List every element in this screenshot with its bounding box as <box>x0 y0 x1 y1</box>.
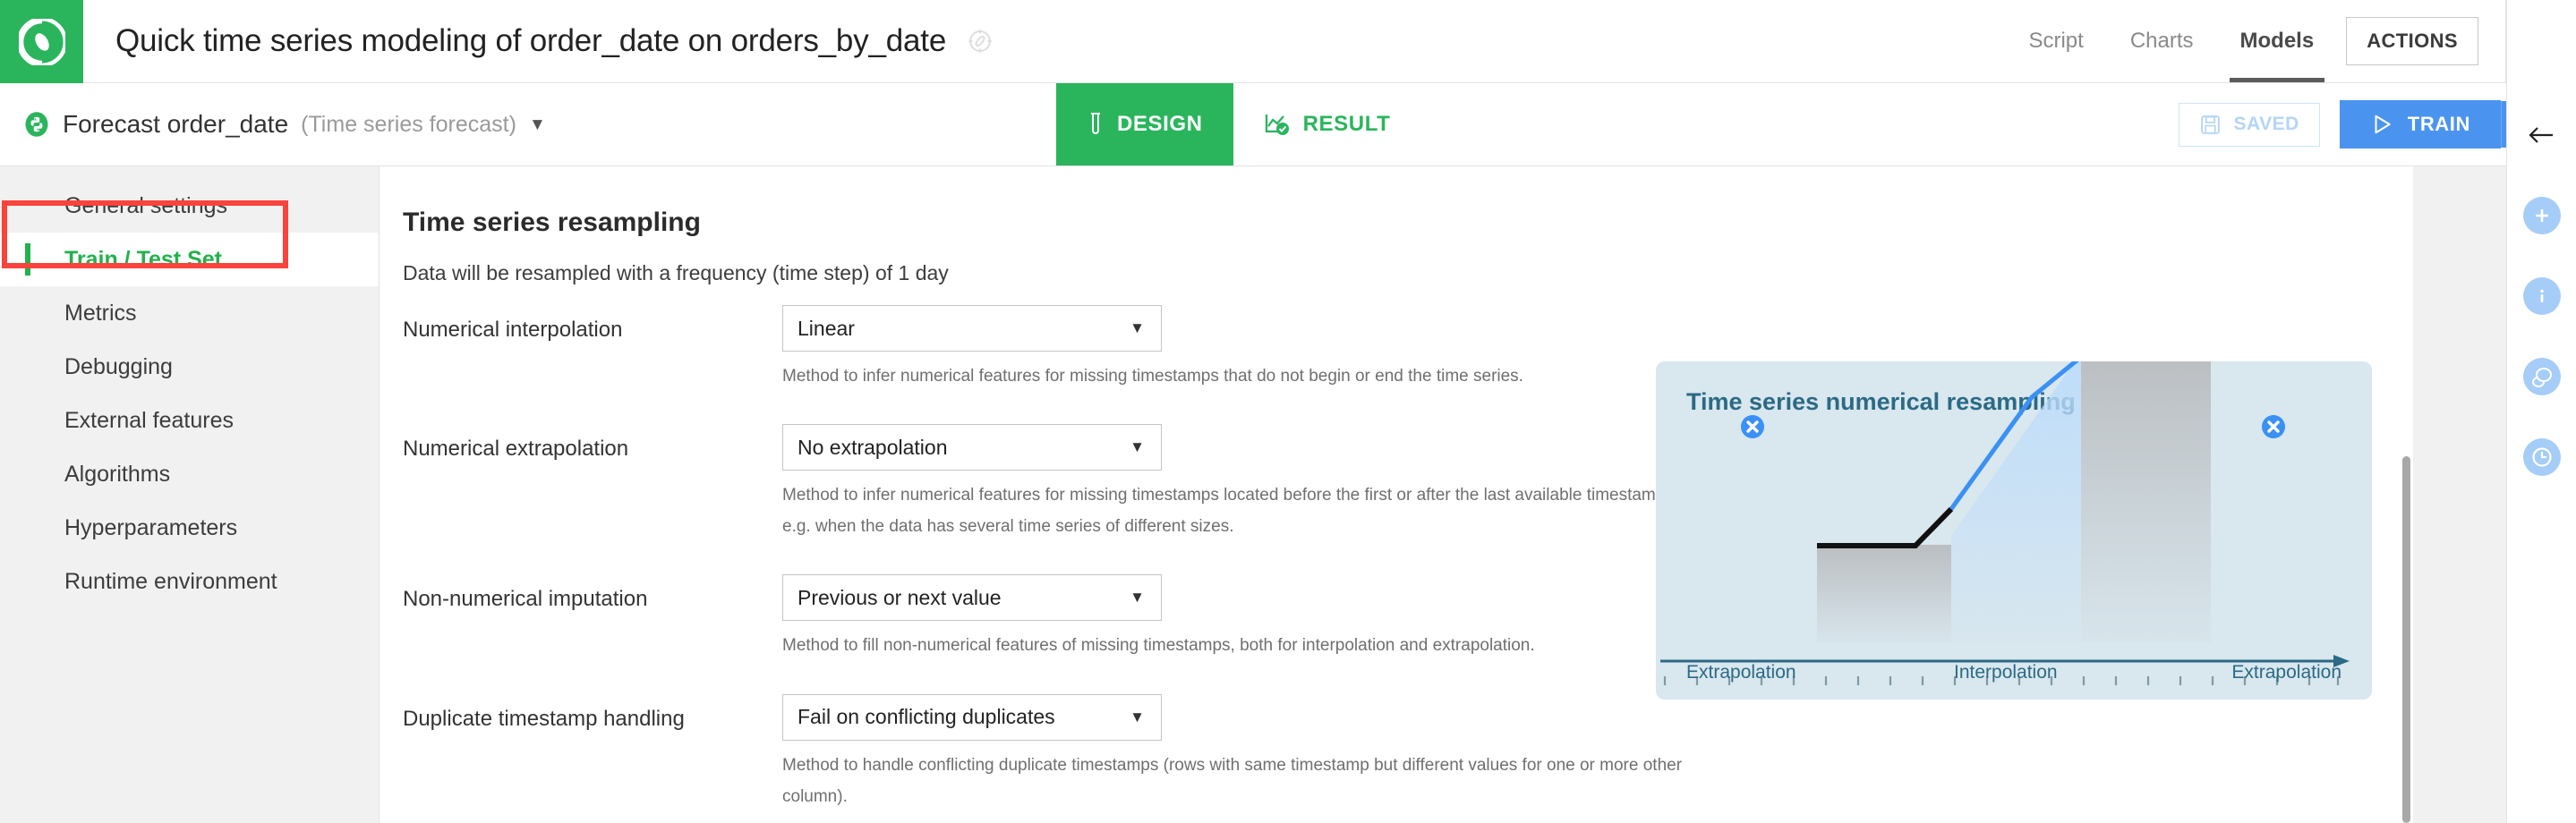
section-title: Time series resampling <box>403 208 701 237</box>
tab-design-label: DESIGN <box>1117 112 1203 136</box>
select-value: Linear <box>798 316 855 340</box>
chevron-down-icon: ▼ <box>1130 589 1145 607</box>
saved-label: SAVED <box>2233 114 2299 134</box>
duplicate-timestamp-handling-select[interactable]: Fail on conflicting duplicates ▼ <box>782 693 1162 741</box>
top-nav: Script Charts Models ACTIONS <box>2005 0 2505 82</box>
body: General settings Train / Test Set Metric… <box>0 166 2576 823</box>
rail-back-arrow-button[interactable] <box>2523 116 2561 154</box>
discussion-icon <box>2531 367 2552 387</box>
page-title-text: Quick time series modeling of order_date… <box>115 23 947 58</box>
page-title: Quick time series modeling of order_date… <box>83 0 2005 82</box>
sidebar-item-train-test-set[interactable]: Train / Test Set <box>0 233 379 286</box>
scrollbar-thumb[interactable] <box>2402 456 2410 823</box>
plus-icon <box>2535 209 2548 222</box>
app-root: Quick time series modeling of order_date… <box>0 0 2576 823</box>
sidebar-item-debugging[interactable]: Debugging <box>0 340 379 394</box>
tab-design[interactable]: DESIGN <box>1056 83 1233 165</box>
numerical-extrapolation-select[interactable]: No extrapolation ▼ <box>782 424 1162 471</box>
field-control: No extrapolation ▼ Method to infer numer… <box>782 424 1695 542</box>
field-label: Numerical extrapolation <box>403 437 629 462</box>
select-value: No extrapolation <box>798 435 948 459</box>
rail-history-button[interactable] <box>2522 438 2561 476</box>
mode-tabs: DESIGN RESULT <box>1056 83 1420 165</box>
illustration-label-right: Extrapolation <box>2231 662 2341 683</box>
top-bar: Quick time series modeling of order_date… <box>0 0 2576 83</box>
forecast-dropdown-caret-icon[interactable]: ▼ <box>529 116 546 133</box>
x-circle-marker-icon <box>1741 415 1764 438</box>
chevron-down-icon: ▼ <box>1130 438 1145 456</box>
sidebar-item-metrics[interactable]: Metrics <box>0 286 379 340</box>
field-help: Method to infer numerical features for m… <box>782 486 1670 537</box>
sidebar-item-runtime-environment[interactable]: Runtime environment <box>0 555 379 608</box>
rail-add-button[interactable] <box>2522 197 2561 234</box>
floppy-disk-icon <box>2201 115 2221 134</box>
sidebar-item-hyperparameters[interactable]: Hyperparameters <box>0 501 379 555</box>
non-numerical-imputation-select[interactable]: Previous or next value ▼ <box>782 574 1162 622</box>
settings-card: Time series resampling Data will be resa… <box>380 166 2413 823</box>
select-value: Previous or next value <box>798 585 1002 609</box>
field-label: Non-numerical imputation <box>403 587 648 612</box>
resampling-illustration: Time series numerical resampling Extrapo… <box>1656 361 2372 700</box>
illustration-label-middle: Interpolation <box>1954 662 2058 683</box>
chevron-down-icon: ▼ <box>1130 708 1145 725</box>
train-button[interactable]: TRAIN <box>2339 100 2501 148</box>
content-vertical-scrollbar[interactable] <box>2399 166 2413 823</box>
field-control: Previous or next value ▼ Method to fill … <box>782 574 1535 661</box>
actions-button[interactable]: ACTIONS <box>2346 17 2478 65</box>
sidebar-item-general-settings[interactable]: General settings <box>0 179 379 233</box>
saved-status-button: SAVED <box>2179 102 2320 147</box>
rail-info-button[interactable] <box>2522 277 2561 315</box>
field-duplicate-timestamp-handling: Duplicate timestamp handling Fail on con… <box>403 693 2413 812</box>
python-recipe-icon <box>25 112 48 137</box>
result-check-icon <box>1265 115 1289 135</box>
tab-charts[interactable]: Charts <box>2107 0 2217 82</box>
settings-sidebar: General settings Train / Test Set Metric… <box>0 166 380 823</box>
field-label: Numerical interpolation <box>403 318 623 342</box>
compass-icon[interactable] <box>966 27 994 55</box>
tab-script[interactable]: Script <box>2005 0 2106 82</box>
rail-discussion-button[interactable] <box>2522 358 2561 395</box>
tab-models[interactable]: Models <box>2217 0 2338 82</box>
tab-result-label: RESULT <box>1302 112 1391 136</box>
select-value: Fail on conflicting duplicates <box>798 705 1055 729</box>
field-control: Linear ▼ Method to infer numerical featu… <box>782 305 1523 392</box>
field-help: Method to infer numerical features for m… <box>782 367 1523 386</box>
sidebar-item-algorithms[interactable]: Algorithms <box>0 447 379 501</box>
dataiku-logo-glyph <box>18 18 65 65</box>
illustration-label-left: Extrapolation <box>1686 662 1796 683</box>
field-help: Method to handle conflicting duplicate t… <box>782 755 1683 806</box>
forecast-name: Forecast order_date <box>63 110 289 138</box>
play-triangle-icon <box>2375 115 2391 134</box>
content-area: Time series resampling Data will be resa… <box>380 166 2576 823</box>
x-circle-marker-icon <box>2262 415 2285 438</box>
settings-card-inner: Time series resampling Data will be resa… <box>380 166 2413 823</box>
section-description: Data will be resampled with a frequency … <box>403 261 949 284</box>
history-clock-icon <box>2531 447 2552 467</box>
field-help: Method to fill non-numerical features of… <box>782 636 1535 656</box>
right-icon-rail <box>2506 0 2576 823</box>
back-arrow-icon <box>2528 127 2553 143</box>
train-label: TRAIN <box>2407 113 2470 135</box>
test-tube-icon <box>1091 113 1100 134</box>
illustration-graphic <box>1660 361 2350 685</box>
forecast-identity: Forecast order_date (Time series forecas… <box>0 83 1056 165</box>
dataiku-logo-icon[interactable] <box>0 0 83 83</box>
field-control: Fail on conflicting duplicates ▼ Method … <box>782 693 1695 812</box>
sidebar-item-external-features[interactable]: External features <box>0 394 379 447</box>
chevron-down-icon: ▼ <box>1130 319 1145 336</box>
field-label: Duplicate timestamp handling <box>403 706 685 731</box>
forecast-type: (Time series forecast) <box>301 111 516 137</box>
numerical-interpolation-select[interactable]: Linear ▼ <box>782 305 1162 352</box>
recipe-toolbar: Forecast order_date (Time series forecas… <box>0 83 2576 166</box>
info-icon <box>2539 289 2544 302</box>
tab-result[interactable]: RESULT <box>1233 83 1421 165</box>
